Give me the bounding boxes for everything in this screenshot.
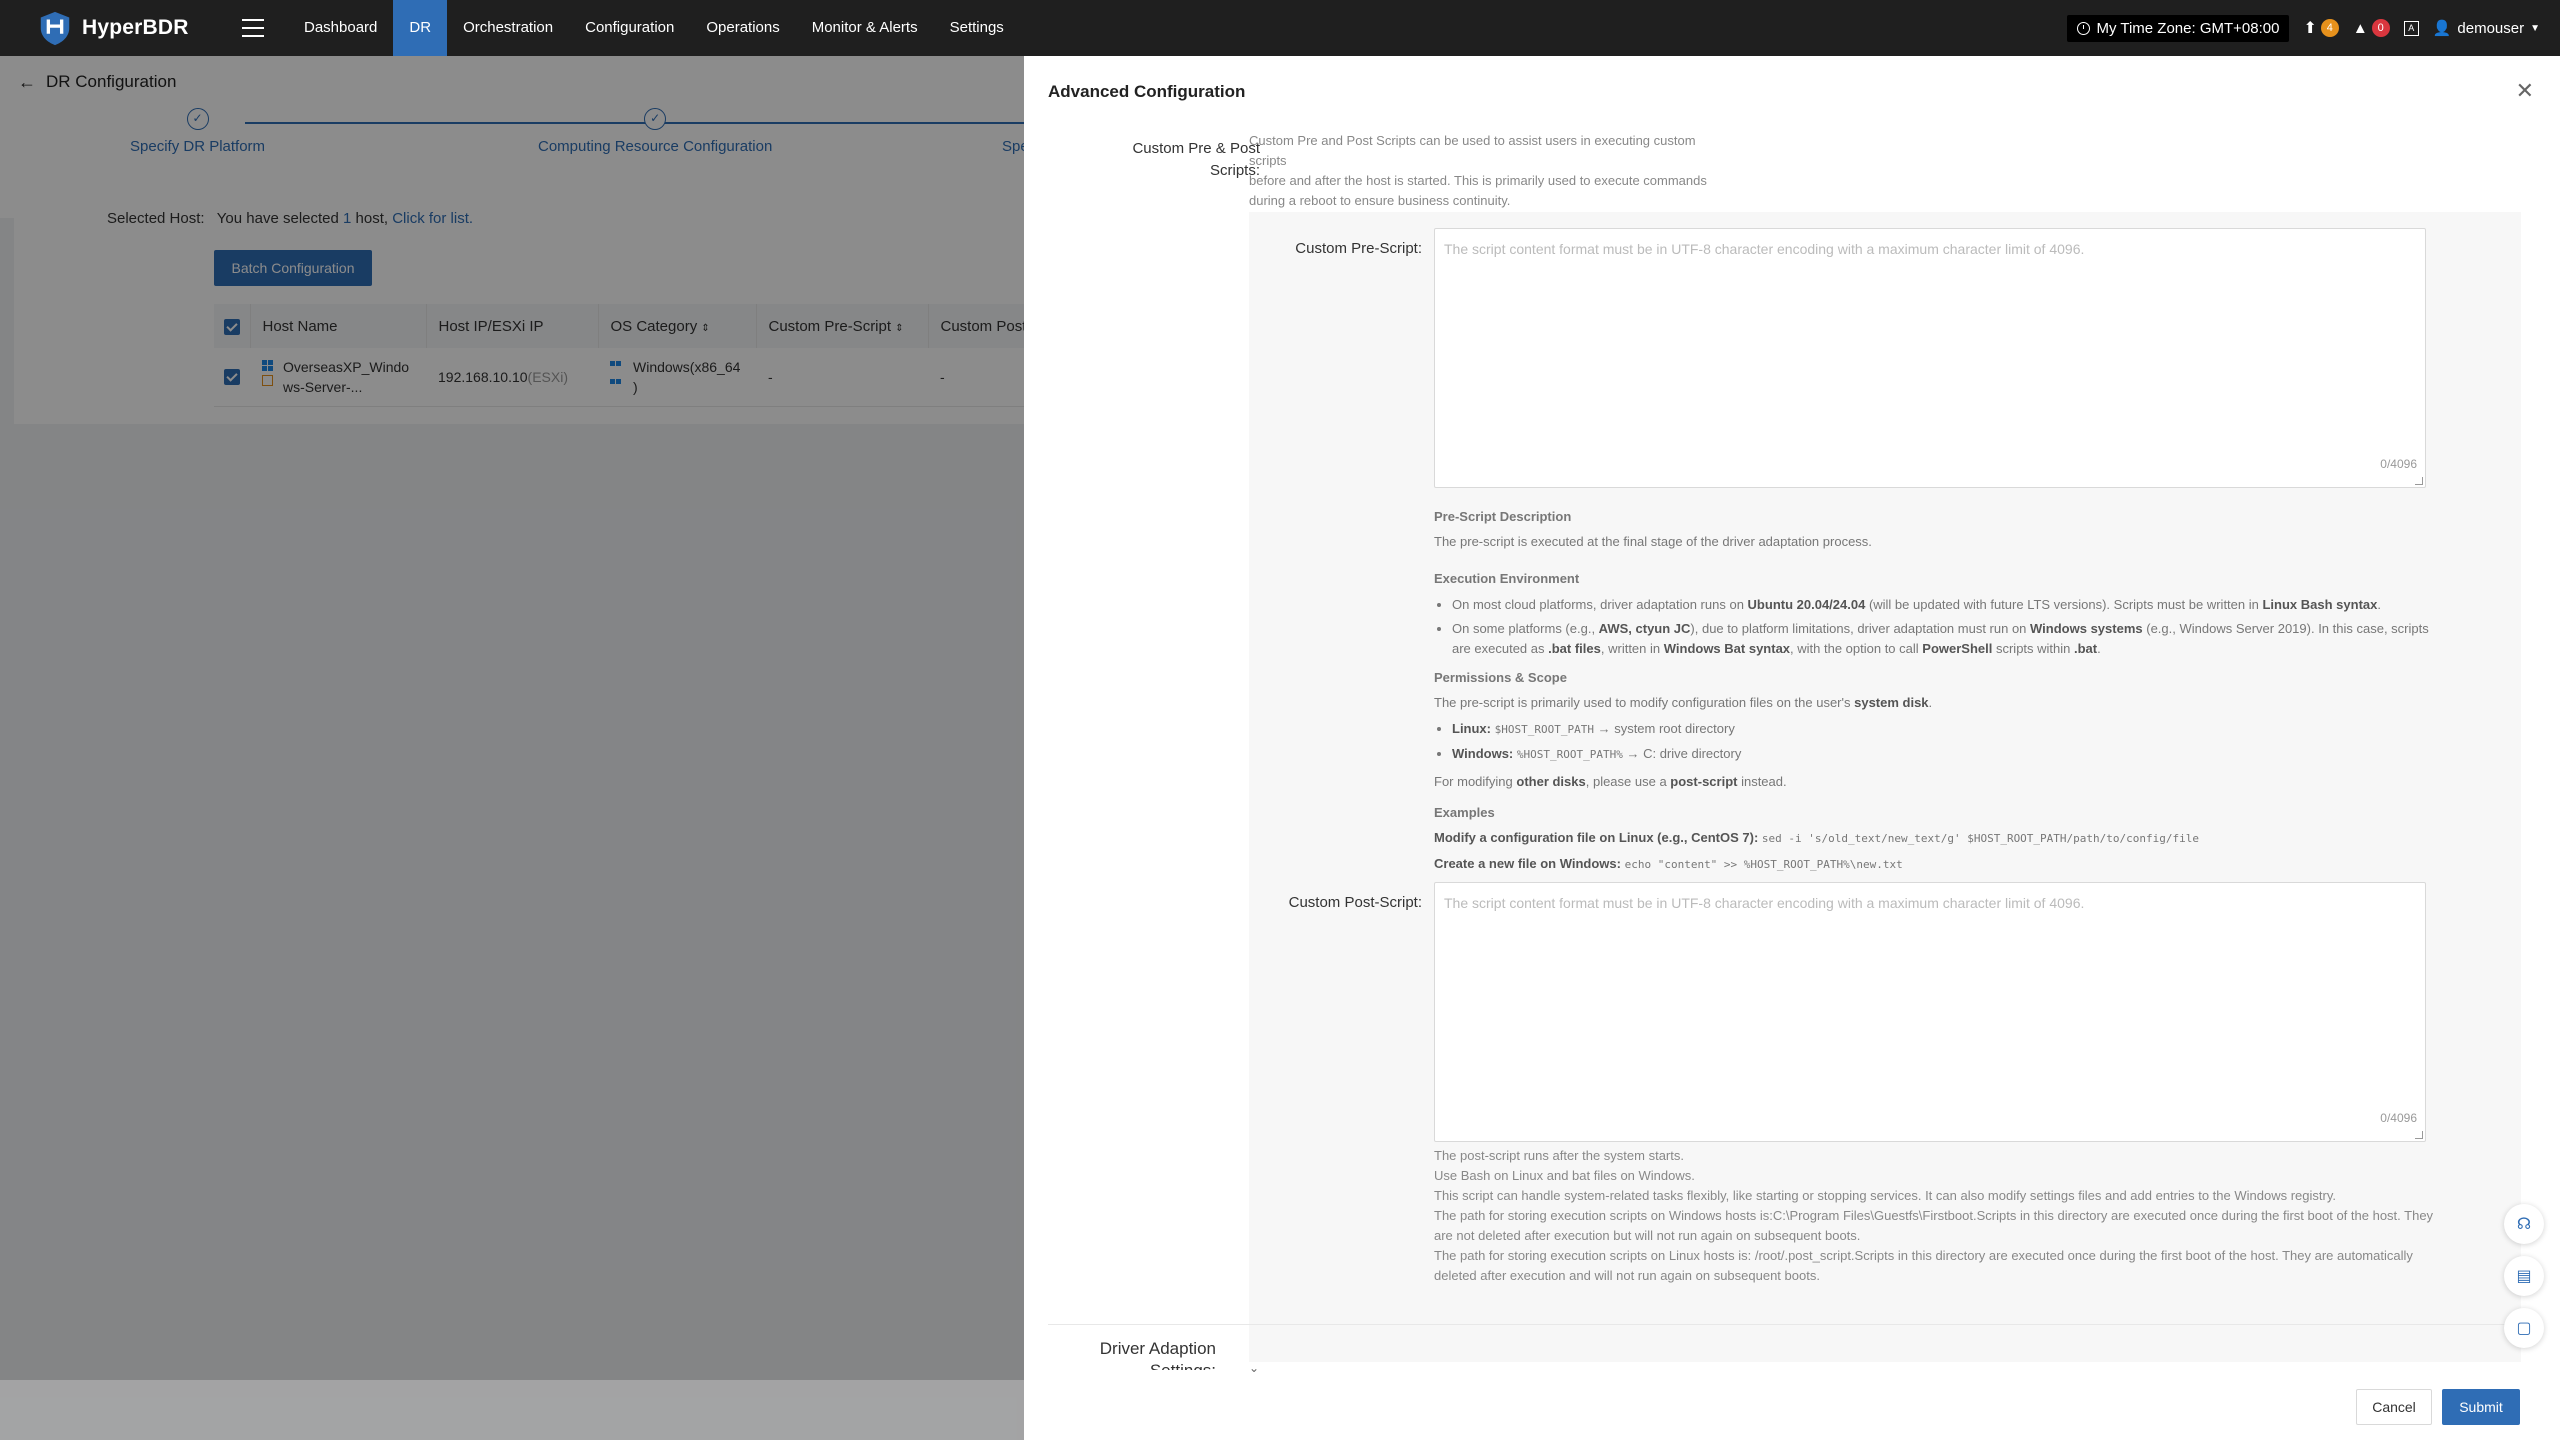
close-icon[interactable]: ✕: [2516, 78, 2534, 104]
username: demouser: [2457, 19, 2525, 37]
alert-count-badge: 0: [2371, 19, 2390, 37]
nav-configuration[interactable]: Configuration: [569, 0, 690, 56]
resize-handle-icon[interactable]: [2415, 477, 2423, 485]
floating-actions: ☊ ▤ ▢: [2504, 1204, 2544, 1348]
language-icon[interactable]: A: [2403, 20, 2419, 36]
menu-toggle-icon[interactable]: [242, 19, 264, 37]
cancel-button[interactable]: Cancel: [2356, 1389, 2432, 1425]
nav-dr[interactable]: DR: [393, 0, 448, 56]
drawer-title: Advanced Configuration: [1048, 82, 1246, 101]
alert-notifications[interactable]: ▲ 0: [2353, 19, 2390, 37]
advanced-configuration-drawer: Advanced Configuration ✕ Custom Pre & Po…: [1024, 56, 2560, 1440]
resize-handle-icon[interactable]: [2415, 1131, 2423, 1139]
timezone-display[interactable]: My Time Zone: GMT+08:00: [2067, 14, 2290, 42]
submit-button[interactable]: Submit: [2442, 1389, 2520, 1425]
app-logo[interactable]: HyperBDR: [36, 9, 206, 47]
section-divider: [1048, 1324, 2536, 1325]
caret-down-icon: ▼: [2530, 22, 2540, 34]
nav-orchestration[interactable]: Orchestration: [447, 0, 569, 56]
support-icon[interactable]: ☊: [2504, 1204, 2544, 1244]
scripts-section-label: Custom Pre & Post Scripts:: [1132, 140, 1260, 179]
nav-dashboard[interactable]: Dashboard: [288, 0, 393, 56]
shield-logo-icon: [40, 11, 70, 46]
post-script-char-count: 0/4096: [2380, 1111, 2417, 1125]
upload-notifications[interactable]: ⬆ 4: [2303, 18, 2339, 38]
nav-monitor-alerts[interactable]: Monitor & Alerts: [796, 0, 934, 56]
pre-script-description: Pre-Script Description The pre-script is…: [1434, 498, 2444, 877]
pre-script-textarea[interactable]: The script content format must be in UTF…: [1434, 228, 2426, 488]
clock-icon: [2077, 21, 2091, 35]
scripts-intro: Custom Pre and Post Scripts can be used …: [1249, 133, 1707, 208]
app-name: HyperBDR: [82, 16, 189, 39]
pre-script-char-count: 0/4096: [2380, 457, 2417, 471]
nav-settings[interactable]: Settings: [934, 0, 1020, 56]
top-navbar: HyperBDR Dashboard DR Orchestration Conf…: [0, 0, 2560, 56]
modal-overlay[interactable]: [0, 56, 1024, 1440]
post-script-textarea[interactable]: The script content format must be in UTF…: [1434, 882, 2426, 1142]
upload-arrow-icon: ⬆: [2303, 20, 2317, 37]
nav-operations[interactable]: Operations: [690, 0, 795, 56]
post-script-description: The post-script runs after the system st…: [1434, 1148, 2434, 1283]
post-script-placeholder: The script content format must be in UTF…: [1444, 895, 2085, 911]
warning-icon: ▲: [2352, 19, 2368, 37]
driver-adaption-label: Driver Adaption Settings:: [1099, 1339, 1216, 1370]
clipboard-icon[interactable]: ▢: [2504, 1308, 2544, 1348]
page-footer-strip: [0, 1380, 1024, 1440]
user-icon: 👤: [2432, 20, 2452, 37]
chevron-down-icon[interactable]: ⌄: [1249, 1361, 1259, 1375]
user-menu[interactable]: 👤 demouser ▼: [2432, 19, 2540, 38]
timezone-text: My Time Zone: GMT+08:00: [2096, 19, 2280, 37]
pre-script-label: Custom Pre-Script:: [1295, 240, 1422, 257]
pre-script-placeholder: The script content format must be in UTF…: [1444, 241, 2085, 257]
guide-book-icon[interactable]: ▤: [2504, 1256, 2544, 1296]
upload-count-badge: 4: [2320, 19, 2339, 37]
main-nav: Dashboard DR Orchestration Configuration…: [288, 0, 1020, 56]
post-script-label: Custom Post-Script:: [1288, 894, 1422, 911]
